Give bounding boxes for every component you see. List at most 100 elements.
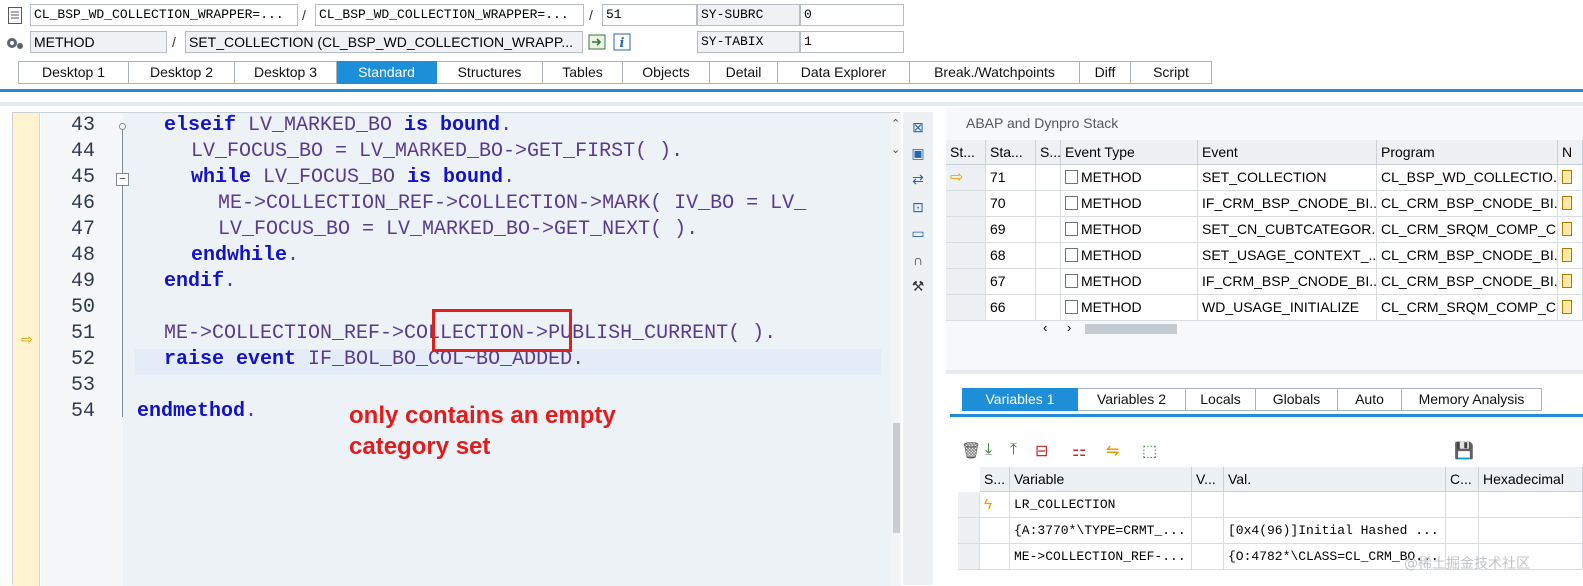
editor-scroll-thumb[interactable] [893,423,900,533]
stack-level-cell[interactable]: 71 [986,165,1036,191]
tab-desktop-1[interactable]: Desktop 1 [18,61,129,84]
close-view-icon[interactable]: ⊠ [907,116,929,138]
tab-globals[interactable]: Globals [1256,388,1338,411]
headset-icon[interactable]: ∩ [907,249,929,271]
tab-diff[interactable]: Diff [1080,61,1131,84]
tab-tables[interactable]: Tables [543,61,623,84]
scroll-up-icon[interactable]: ⌃ [891,117,900,130]
col-header-event[interactable]: Event [1198,140,1377,165]
scroll-left-icon[interactable]: ‹ [1043,320,1047,335]
tab-standard[interactable]: Standard [337,61,437,84]
scroll-right-icon[interactable]: › [1067,320,1071,335]
stack-n-cell[interactable] [1558,269,1583,295]
stack-hscroll-thumb[interactable] [1085,324,1177,334]
var-col-header-hex[interactable]: Hexadecimal [1479,467,1583,492]
tab-detail[interactable]: Detail [710,61,778,84]
tab-variables-1[interactable]: Variables 1 [962,388,1078,411]
tab-data-explorer[interactable]: Data Explorer [778,61,910,84]
editor-scrollbar[interactable]: ⌃ ⌄ [891,113,901,586]
event-type-field[interactable]: METHOD [30,31,167,53]
var-c-cell[interactable] [1446,518,1479,544]
tab-script[interactable]: Script [1131,61,1212,84]
var-col-header-value[interactable]: Val. [1224,467,1446,492]
col-header-status[interactable]: St... [946,140,986,165]
var-hex-cell[interactable] [1479,518,1583,544]
stack-level-cell[interactable]: 67 [986,269,1036,295]
stack-event-type-cell[interactable]: METHOD [1061,217,1198,243]
delete-row-icon[interactable]: ⊟ [1035,441,1048,461]
col-header-stack-level[interactable]: Sta... [986,140,1036,165]
stack-level-cell[interactable]: 68 [986,243,1036,269]
scroll-down-icon[interactable]: ⌄ [891,143,900,156]
stack-event-cell[interactable]: WD_USAGE_INITIALIZE [1198,295,1377,321]
program-field[interactable]: CL_BSP_WD_COLLECTION_WRAPPER=... [30,4,298,26]
var-name-cell[interactable]: LR_COLLECTION [1010,492,1192,518]
var-s-cell[interactable] [980,544,1010,570]
tab-locals[interactable]: Locals [1186,388,1256,411]
stack-status-cell[interactable] [946,269,986,295]
new-view-icon[interactable]: ▣ [907,142,929,164]
tab-structures[interactable]: Structures [437,61,543,84]
save-icon[interactable]: 💾 [1454,441,1474,461]
var-s-cell[interactable] [980,518,1010,544]
sy-tabix-value[interactable]: 1 [800,31,904,53]
stack-event-cell[interactable]: SET_USAGE_CONTEXT_... [1198,243,1377,269]
var-col-header-c[interactable]: C... [1446,467,1479,492]
stack-event-cell[interactable]: SET_CN_CUBTCATEGOR... [1198,217,1377,243]
stack-level-cell[interactable]: 69 [986,217,1036,243]
var-value-cell[interactable]: [0x4(96)]Initial Hashed ... [1224,518,1446,544]
stack-program-cell[interactable]: CL_CRM_SRQM_COMP_C... [1377,217,1558,243]
sort-icon[interactable]: ⇋ [1106,441,1119,461]
stack-s-cell[interactable] [1036,165,1061,191]
stack-n-cell[interactable] [1558,295,1583,321]
stack-event-type-cell[interactable]: METHOD [1061,165,1198,191]
stack-event-type-cell[interactable]: METHOD [1061,191,1198,217]
stack-status-cell[interactable] [946,243,986,269]
event-field[interactable]: SET_COLLECTION (CL_BSP_WD_COLLECTION_WRA… [185,31,583,53]
var-v-cell[interactable] [1192,492,1224,518]
stack-event-cell[interactable]: IF_CRM_BSP_CNODE_BI... [1198,191,1377,217]
stack-level-cell[interactable]: 66 [986,295,1036,321]
replace-view-icon[interactable]: ⇄ [907,168,929,190]
maximize-icon[interactable]: ⊡ [907,196,929,218]
stack-n-cell[interactable] [1558,165,1583,191]
tab-desktop-2[interactable]: Desktop 2 [129,61,235,84]
var-hex-cell[interactable] [1479,492,1583,518]
stack-status-cell[interactable]: ⇨ [946,165,986,191]
col-header-event-type[interactable]: Event Type [1061,140,1198,165]
stack-status-cell[interactable] [946,295,986,321]
expand-icon[interactable]: ⚏ [1072,441,1086,461]
info-icon[interactable]: i [612,32,632,52]
stack-s-cell[interactable] [1036,295,1061,321]
stack-n-cell[interactable] [1558,217,1583,243]
insert-row-above-icon[interactable]: ⤒ [1010,441,1017,459]
stack-n-cell[interactable] [1558,243,1583,269]
stack-event-type-cell[interactable]: METHOD [1061,243,1198,269]
stack-program-cell[interactable]: CL_CRM_SRQM_COMP_C... [1377,295,1558,321]
var-value-cell[interactable] [1224,492,1446,518]
stack-s-cell[interactable] [1036,191,1061,217]
var-col-header-v[interactable]: V... [1192,467,1224,492]
tools-icon[interactable]: ⚒ [907,275,929,297]
tab-variables-2[interactable]: Variables 2 [1078,388,1186,411]
stack-program-cell[interactable]: CL_CRM_BSP_CNODE_BI... [1377,269,1558,295]
var-name-cell[interactable]: {A:3770*\TYPE=CRMT_... [1010,518,1192,544]
insert-row-icon[interactable]: ⤓ [985,441,992,459]
export-icon[interactable]: ⬚ [1142,441,1157,461]
var-s-cell[interactable]: ϟ [980,492,1010,518]
stack-event-cell[interactable]: IF_CRM_BSP_CNODE_BI... [1198,269,1377,295]
col-header-s[interactable]: S... [1036,140,1061,165]
line-number-field[interactable]: 51 [602,4,697,26]
tab-breakpoints[interactable]: Break./Watchpoints [910,61,1080,84]
stack-status-cell[interactable] [946,191,986,217]
col-header-program[interactable]: Program [1377,140,1558,165]
tab-auto[interactable]: Auto [1338,388,1402,411]
delete-icon[interactable]: 🗑 [961,441,981,461]
stack-level-cell[interactable]: 70 [986,191,1036,217]
stack-event-cell[interactable]: SET_COLLECTION [1198,165,1377,191]
var-c-cell[interactable] [1446,492,1479,518]
stack-program-cell[interactable]: CL_CRM_BSP_CNODE_BI... [1377,243,1558,269]
stack-s-cell[interactable] [1036,243,1061,269]
include-field[interactable]: CL_BSP_WD_COLLECTION_WRAPPER=... [315,4,584,26]
var-v-cell[interactable] [1192,518,1224,544]
